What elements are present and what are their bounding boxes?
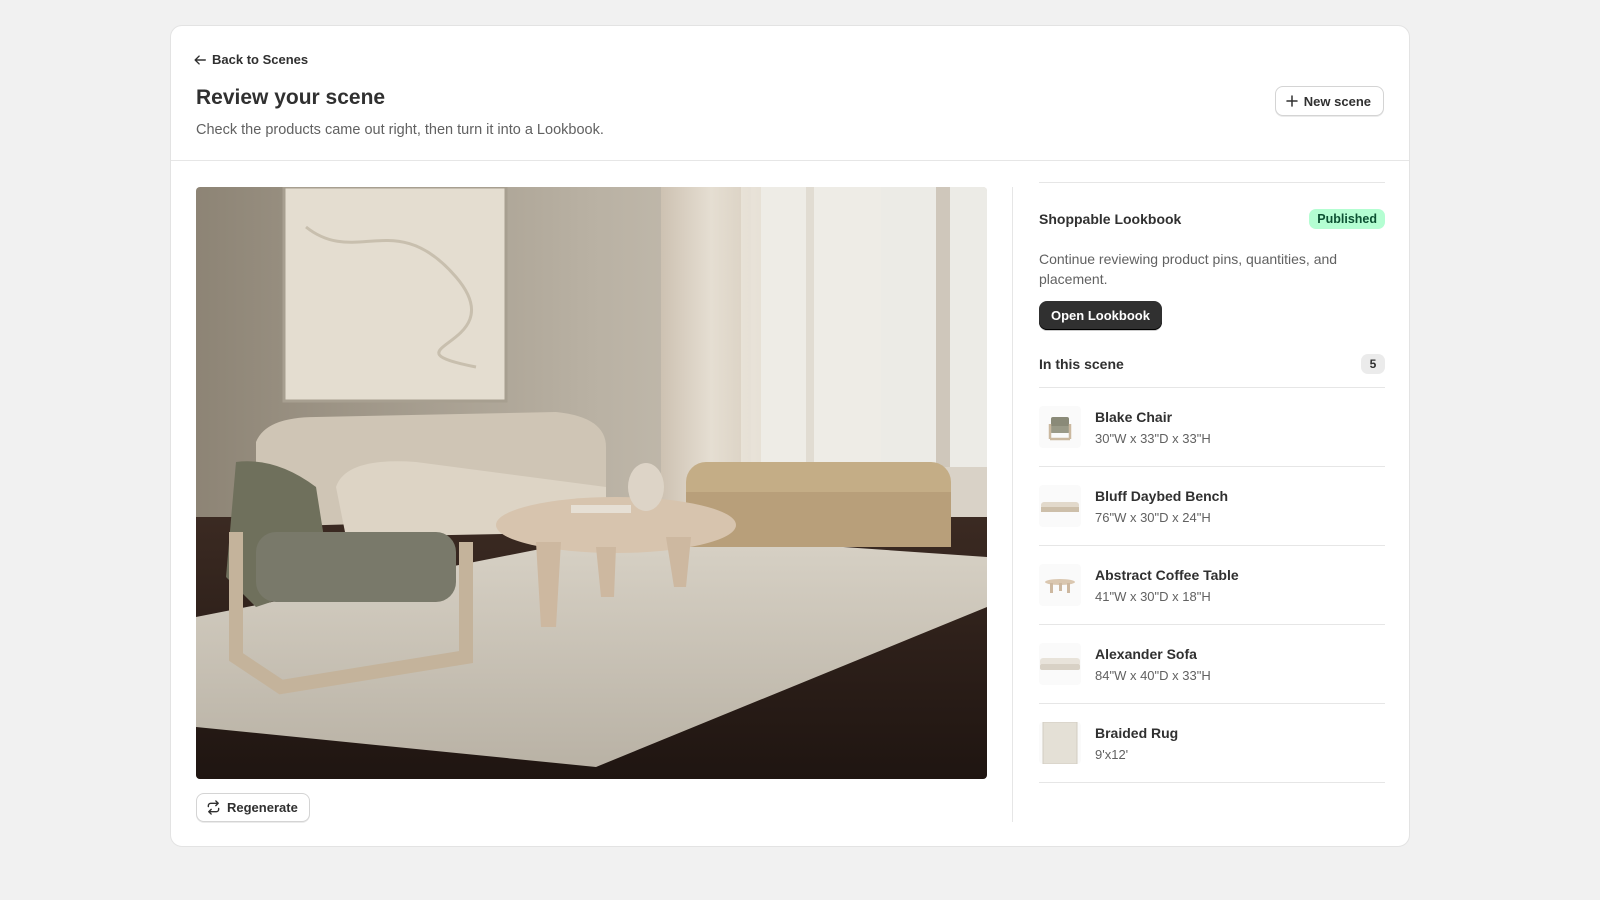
rug-thumbnail: [1039, 722, 1081, 764]
in-scene-header: In this scene 5: [1039, 354, 1385, 388]
page-subtitle: Check the products came out right, then …: [196, 122, 604, 138]
living-room-scene-photo: [196, 187, 987, 779]
coffee-table-thumbnail: [1039, 564, 1081, 606]
product-info: Bluff Daybed Bench 76"W x 30"D x 24"H: [1095, 488, 1228, 525]
product-dimensions: 30"W x 33"D x 33"H: [1095, 430, 1211, 446]
plus-icon: [1286, 95, 1298, 107]
list-item[interactable]: Bluff Daybed Bench 76"W x 30"D x 24"H: [1039, 467, 1385, 546]
product-list: Blake Chair 30"W x 33"D x 33"H Bluff Day…: [1039, 388, 1385, 783]
product-info: Alexander Sofa 84"W x 40"D x 33"H: [1095, 646, 1211, 683]
chair-thumbnail: [1039, 406, 1081, 448]
bench-thumbnail: [1039, 485, 1081, 527]
product-info: Braided Rug 9'x12': [1095, 725, 1178, 762]
list-item[interactable]: Alexander Sofa 84"W x 40"D x 33"H: [1039, 625, 1385, 704]
product-info: Abstract Coffee Table 41"W x 30"D x 18"H: [1095, 567, 1239, 604]
lookbook-title: Shoppable Lookbook: [1039, 211, 1182, 227]
product-name: Blake Chair: [1095, 408, 1173, 425]
sofa-thumbnail: [1039, 643, 1081, 685]
scene-image[interactable]: [196, 187, 987, 779]
product-dimensions: 9'x12': [1095, 746, 1129, 762]
product-info: Blake Chair 30"W x 33"D x 33"H: [1095, 409, 1211, 446]
regenerate-button[interactable]: Regenerate: [196, 793, 310, 822]
lookbook-description: Continue reviewing product pins, quantit…: [1039, 251, 1338, 287]
open-lookbook-button[interactable]: Open Lookbook: [1039, 301, 1162, 330]
list-item[interactable]: Blake Chair 30"W x 33"D x 33"H: [1039, 388, 1385, 467]
list-item[interactable]: Abstract Coffee Table 41"W x 30"D x 18"H: [1039, 546, 1385, 625]
lookbook-header: Shoppable Lookbook Published: [1039, 209, 1385, 229]
product-dimensions: 41"W x 30"D x 18"H: [1095, 588, 1211, 604]
page-header: Back to Scenes Review your scene Check t…: [171, 26, 1409, 161]
panel-divider: [1012, 187, 1013, 822]
list-item[interactable]: Braided Rug 9'x12': [1039, 704, 1385, 783]
product-count-badge: 5: [1361, 354, 1385, 374]
new-scene-button[interactable]: New scene: [1274, 86, 1384, 116]
product-name: Bluff Daybed Bench: [1095, 487, 1229, 504]
page-title: Review your scene: [196, 86, 386, 109]
scene-review-card: Back to Scenes Review your scene Check t…: [170, 25, 1410, 847]
product-dimensions: 84"W x 40"D x 33"H: [1095, 667, 1211, 683]
regenerate-label: Regenerate: [227, 800, 298, 815]
product-name: Braided Rug: [1095, 724, 1179, 741]
status-badge: Published: [1309, 209, 1385, 229]
side-panel: Shoppable Lookbook Published Continue re…: [1039, 182, 1385, 783]
product-dimensions: 76"W x 30"D x 24"H: [1095, 509, 1211, 525]
back-link-label: Back to Scenes: [212, 52, 309, 67]
side-top-divider: [1039, 182, 1385, 183]
arrow-left-icon: [194, 54, 206, 65]
back-to-scenes-link[interactable]: Back to Scenes: [193, 52, 308, 67]
in-scene-title: In this scene: [1039, 356, 1124, 372]
product-name: Abstract Coffee Table: [1095, 566, 1239, 583]
product-name: Alexander Sofa: [1095, 645, 1197, 662]
new-scene-label: New scene: [1303, 93, 1371, 109]
refresh-icon: [207, 800, 220, 815]
